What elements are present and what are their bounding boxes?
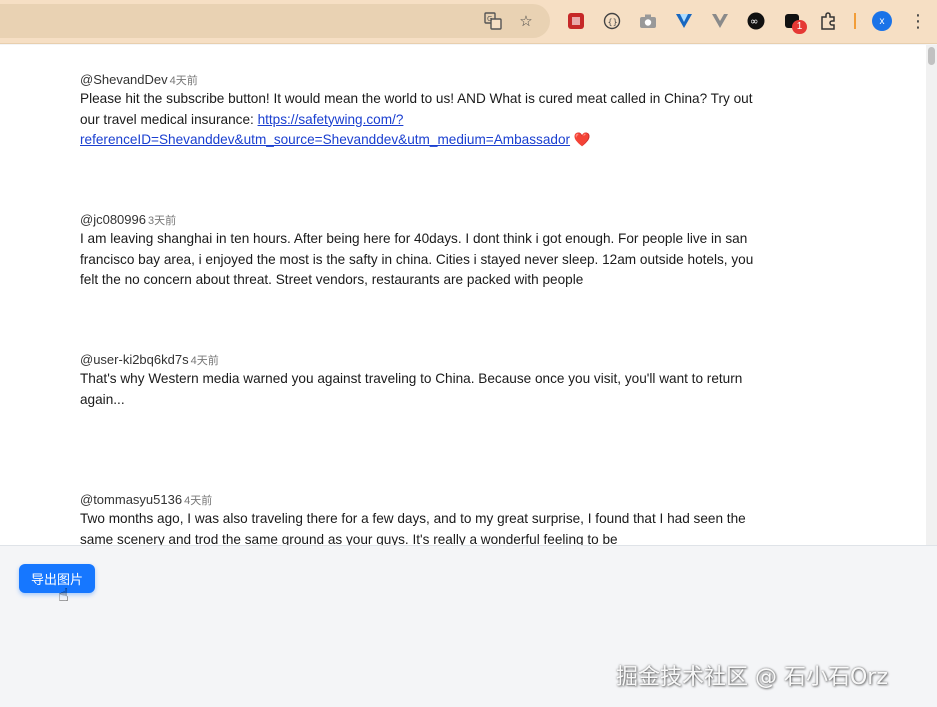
comment-author[interactable]: @tommasyu5136 <box>80 492 182 507</box>
address-bar[interactable] <box>0 4 550 38</box>
scrollbar-thumb[interactable] <box>928 47 935 65</box>
puzzle-icon[interactable] <box>817 10 839 32</box>
comment-header: @tommasyu5136 4天前 <box>80 491 760 509</box>
hand-cursor-icon: ☝ <box>58 585 69 605</box>
comment-author[interactable]: @user-ki2bq6kd7s <box>80 352 189 367</box>
avatar[interactable]: x <box>872 11 892 31</box>
code-icon[interactable]: {} <box>601 10 623 32</box>
infinity-icon[interactable]: ∞ <box>745 10 767 32</box>
browser-toolbar: G ☆ {} ∞ 1 x ⋮ <box>0 0 937 44</box>
comment-time: 4天前 <box>184 495 213 507</box>
translate-icon[interactable]: G <box>482 10 504 32</box>
comment-text: That's why Western media warned you agai… <box>80 371 743 407</box>
comment-item: @jc080996 3天前 I am leaving shanghai in te… <box>80 211 760 291</box>
comment-header: @user-ki2bq6kd7s 4天前 <box>80 351 760 369</box>
comment-item: @user-ki2bq6kd7s 4天前 That's why Western m… <box>80 351 760 410</box>
comment-time: 4天前 <box>169 75 198 87</box>
comment-header: @jc080996 3天前 <box>80 211 760 229</box>
vue-icon[interactable] <box>709 10 731 32</box>
comment-time: 3天前 <box>147 215 177 227</box>
camera-icon[interactable] <box>637 10 659 32</box>
comment-header: @ShevandDev 4天前 <box>80 71 760 89</box>
comment-time: 4天前 <box>190 355 219 367</box>
watermark: 掘金技术社区 @ 石小石Orz <box>616 665 888 690</box>
svg-text:{}: {} <box>608 18 618 27</box>
comment-author[interactable]: @jc080996 <box>80 212 146 227</box>
star-icon[interactable]: ☆ <box>515 10 537 32</box>
comments-panel: @ShevandDev 4天前 Please hit the subscribe … <box>0 45 926 545</box>
svg-text:∞: ∞ <box>750 17 758 28</box>
comment-text-body: Please hit the subscribe button! It woul… <box>80 91 753 127</box>
export-image-button[interactable]: 导出图片 <box>19 564 95 593</box>
comment-text: Please hit the subscribe button! It woul… <box>80 89 760 151</box>
comment-text: I am leaving shanghai in ten hours. Afte… <box>80 231 754 287</box>
vertical-scrollbar[interactable] <box>926 45 937 545</box>
vuetify-icon[interactable] <box>673 10 695 32</box>
heart-emoji: ❤️ <box>573 132 591 147</box>
comment-author[interactable]: @ShevandDev <box>80 72 168 87</box>
toolbar-divider <box>854 13 856 29</box>
comment-text: Two months ago, I was also traveling the… <box>80 511 746 545</box>
extension-red-icon[interactable] <box>565 10 587 32</box>
svg-text:G: G <box>487 15 492 23</box>
comment-item: @tommasyu5136 4天前 Two months ago, I was a… <box>80 491 760 545</box>
comment-item: @ShevandDev 4天前 Please hit the subscribe … <box>80 71 760 151</box>
panel-divider <box>0 545 937 546</box>
menu-icon[interactable]: ⋮ <box>907 10 929 32</box>
extension-badge-count: 1 <box>792 20 807 34</box>
